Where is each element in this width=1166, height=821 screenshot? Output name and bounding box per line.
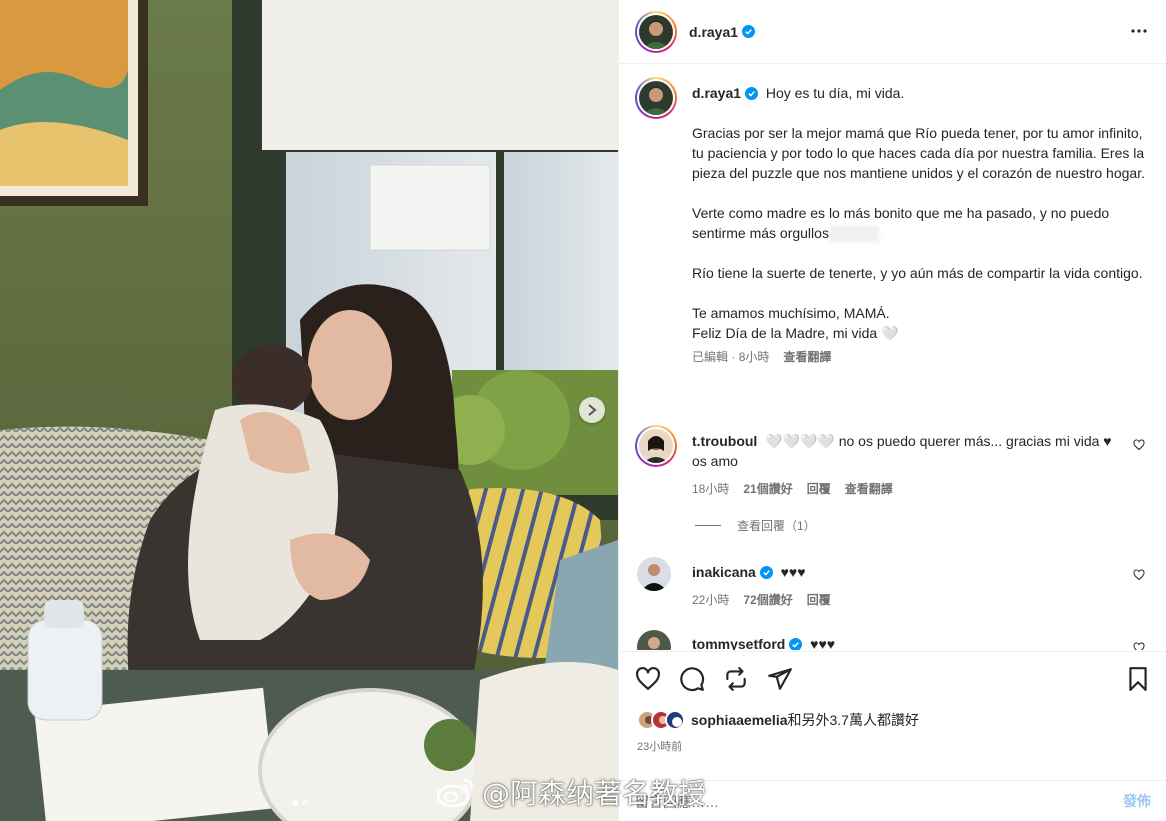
liked-by-suffix: 和另外3.7萬人都讚好 [787, 712, 919, 728]
repost-icon[interactable] [723, 666, 749, 692]
comment-text: ♥♥♥ [780, 564, 806, 580]
commenter-username[interactable]: inakicana [692, 564, 756, 580]
verified-badge-icon [759, 566, 773, 579]
heart-icon[interactable] [635, 666, 661, 692]
liker-avatars [637, 710, 685, 730]
weibo-watermark: @阿森纳著名教授 [436, 772, 706, 812]
liked-by-username[interactable]: sophiaaemelia [691, 712, 788, 728]
comment-like-heart-icon[interactable] [1133, 569, 1145, 581]
commenter-username[interactable]: tommysetford [692, 636, 785, 650]
carousel-dot [292, 800, 298, 806]
comment-like-heart-icon[interactable] [1133, 439, 1145, 451]
caption-line: Te amamos muchísimo, MAMÁ. [692, 305, 890, 321]
verified-badge-icon [742, 25, 756, 38]
comment-time: 22小時 [692, 593, 730, 607]
edited-label: 已編輯 [692, 350, 729, 364]
comment-body: t.trouboul 🤍🤍🤍🤍 no os puedo querer más..… [692, 431, 1121, 499]
verified-badge-icon [745, 87, 759, 100]
author-avatar[interactable] [635, 77, 677, 119]
view-replies-label: 查看回覆（1） [737, 519, 816, 533]
comment: t.trouboul 🤍🤍🤍🤍 no os puedo querer más..… [635, 425, 1151, 505]
caption: d.raya1 Hoy es tu día, mi vida. Gracias … [635, 77, 1151, 407]
caption-line: Feliz Día de la Madre, mi vida 🤍 [692, 325, 899, 341]
caption-line: Río tiene la suerte de tenerte, y yo aún… [692, 265, 1143, 281]
view-replies-button[interactable]: 查看回覆（1） [695, 517, 816, 534]
caption-line: Hoy es tu día, mi vida. [765, 85, 905, 101]
share-icon[interactable] [767, 666, 793, 692]
carousel-dot [302, 800, 308, 806]
comment-likes[interactable]: 72個讚好 [743, 590, 792, 610]
meta-separator: · [731, 350, 736, 364]
reply-button[interactable]: 回覆 [807, 479, 831, 499]
reply-button[interactable]: 回覆 [807, 590, 831, 610]
caption-meta: 已編輯 · 8小時 查看翻譯 [692, 347, 1151, 367]
comment-icon[interactable] [679, 666, 705, 692]
comment-meta: 18小時 21個讚好 回覆 查看翻譯 [692, 479, 1121, 499]
caption-username[interactable]: d.raya1 [692, 85, 741, 101]
weibo-logo-icon [436, 778, 474, 808]
photo-illustration [0, 0, 618, 821]
author-avatar[interactable] [635, 10, 677, 53]
comment-body: inakicana ♥♥♥ 22小時 72個讚好 回覆 [692, 562, 1121, 610]
see-translation-link[interactable]: 查看翻譯 [845, 479, 893, 499]
liker-avatar [665, 710, 685, 730]
commenter-avatar[interactable] [637, 557, 671, 591]
comment-body: tommysetford ♥♥♥ [692, 634, 1121, 650]
commenter-avatar[interactable] [635, 425, 677, 467]
post-details-panel: d.raya1 d.raya1 Hoy es tu día, mi vida. … [618, 0, 1166, 821]
comment-likes[interactable]: 21個讚好 [743, 479, 792, 499]
action-bar [635, 666, 1151, 694]
commenter-username[interactable]: t.trouboul [692, 433, 757, 449]
verified-badge-icon [789, 638, 803, 650]
watermark-text: @阿森纳著名教授 [482, 777, 707, 810]
caption-text: d.raya1 Hoy es tu día, mi vida. Gracias … [692, 83, 1151, 367]
caption-line: Verte como madre es lo más bonito que me… [692, 205, 1110, 241]
replies-divider [695, 525, 721, 526]
caption-time: 8小時 [738, 350, 770, 364]
see-translation-link[interactable]: 查看翻譯 [783, 347, 831, 367]
carousel-dots [292, 800, 308, 806]
post-header: d.raya1 [619, 0, 1166, 64]
post-timestamp: 23小時前 [637, 741, 683, 753]
caption-line: Gracias por ser la mejor mamá que Río pu… [692, 125, 1145, 181]
comment-time: 18小時 [692, 482, 730, 496]
bookmark-icon[interactable] [1125, 666, 1151, 692]
comment: tommysetford ♥♥♥ [635, 630, 1151, 650]
likes-summary[interactable]: sophiaaemelia 和另外3.7萬人都讚好 [637, 710, 919, 730]
chevron-right-icon [588, 404, 597, 416]
comment-text: ♥♥♥ [810, 636, 836, 650]
post-comment-button[interactable]: 發佈 [1123, 791, 1151, 811]
comment: inakicana ♥♥♥ 22小時 72個讚好 回覆 [635, 557, 1151, 617]
obscured-text: ░░░░░ [828, 225, 879, 241]
author-username[interactable]: d.raya1 [689, 24, 738, 40]
comments-scroll-area[interactable]: d.raya1 Hoy es tu día, mi vida. Gracias … [619, 65, 1166, 650]
comment-meta: 22小時 72個讚好 回覆 [692, 590, 1121, 610]
post-photo [0, 0, 618, 821]
more-options-icon[interactable] [1130, 22, 1148, 40]
comment-like-heart-icon[interactable] [1133, 642, 1145, 650]
commenter-avatar[interactable] [637, 630, 671, 650]
carousel-next-button[interactable] [579, 397, 605, 423]
